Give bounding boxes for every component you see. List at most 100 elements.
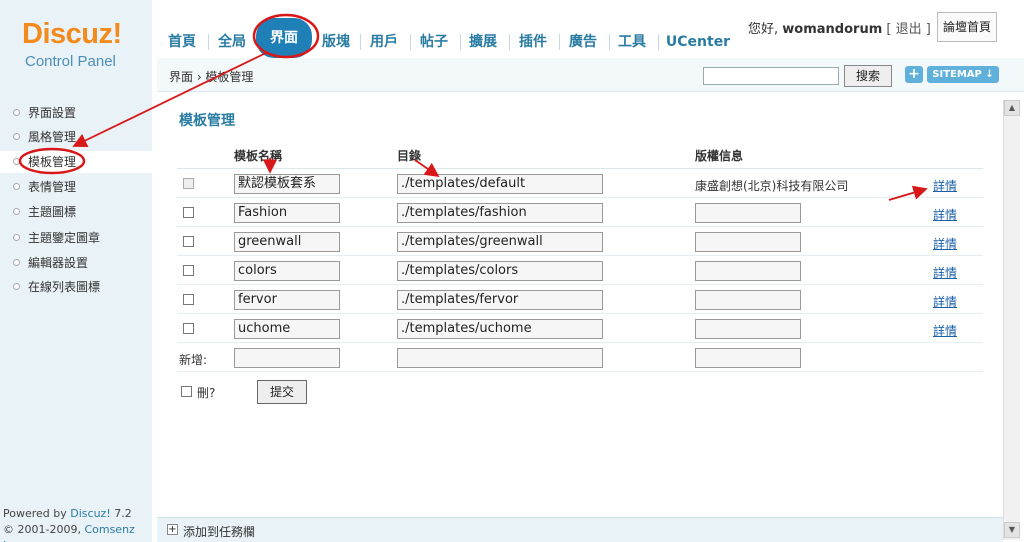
new-label: 新增:	[179, 353, 208, 367]
template-directory-field[interactable]: ./templates/fervor	[397, 290, 603, 310]
sidebar-item-smilies[interactable]: 表情管理	[0, 176, 152, 198]
bullet-icon	[13, 109, 20, 116]
plus-icon[interactable]: +	[167, 524, 178, 535]
nav-ads[interactable]: 廣告	[565, 30, 601, 54]
template-directory-field[interactable]: ./templates/colors	[397, 261, 603, 281]
table-row: fervor ./templates/fervor 詳情	[177, 285, 983, 314]
nav-home[interactable]: 首頁	[164, 30, 200, 54]
nav-separator	[208, 34, 209, 50]
column-header-copyright: 版權信息	[695, 149, 744, 163]
nav-interface[interactable]: 界面	[256, 18, 312, 58]
sitemap-button[interactable]: SITEMAP ↓	[927, 66, 999, 83]
scroll-up-icon[interactable]: ▲	[1004, 100, 1020, 116]
sidebar-item-label: 界面設置	[28, 106, 77, 120]
username: womandorum	[782, 22, 883, 37]
detail-link[interactable]: 詳情	[933, 177, 957, 194]
sidebar-item-templates[interactable]: 模板管理	[0, 151, 152, 173]
nav-forums[interactable]: 版塊	[318, 30, 354, 54]
sidebar-item-styles[interactable]: 風格管理	[0, 126, 152, 148]
nav-separator	[658, 34, 659, 50]
sidebar-item-label: 編輯器設置	[28, 256, 89, 270]
template-directory-field[interactable]: ./templates/fashion	[397, 203, 603, 223]
add-shortcut-button[interactable]: +	[905, 66, 923, 83]
forum-home-button[interactable]: 論壇首頁	[937, 12, 997, 42]
bullet-icon	[13, 158, 20, 165]
version-text: 7.2	[110, 507, 132, 520]
delete-checkbox[interactable]	[181, 386, 192, 397]
row-checkbox[interactable]	[183, 265, 194, 276]
row-checkbox[interactable]	[183, 323, 194, 334]
template-directory-field[interactable]: ./templates/default	[397, 174, 603, 194]
greeting: 您好,	[748, 22, 779, 37]
row-checkbox	[183, 178, 194, 189]
nav-posts[interactable]: 帖子	[416, 30, 452, 54]
powered-by: Powered by Discuz! 7.2 © 2001-2009, Coms…	[3, 506, 152, 542]
sidebar-item-interface-settings[interactable]: 界面設置	[0, 102, 152, 124]
detail-link[interactable]: 詳情	[933, 264, 957, 281]
template-name-field[interactable]: fervor	[234, 290, 340, 310]
breadcrumb: 界面 › 模板管理	[169, 70, 254, 84]
delete-label: 刪?	[197, 386, 216, 400]
copyright-field[interactable]	[695, 261, 801, 281]
nav-separator	[559, 34, 560, 50]
detail-link[interactable]: 詳情	[933, 235, 957, 252]
submit-button[interactable]: 提交	[257, 380, 307, 404]
sidebar-item-stamps[interactable]: 主題鑒定圖章	[0, 227, 152, 249]
logout-link[interactable]: [ 退出 ]	[886, 22, 930, 37]
bullet-icon	[13, 283, 20, 290]
nav-separator	[360, 34, 361, 50]
search-input[interactable]	[703, 67, 839, 85]
column-header-name: 模板名稱	[234, 149, 283, 163]
sidebar-item-label: 模板管理	[28, 155, 77, 169]
nav-separator	[509, 34, 510, 50]
sidebar-item-label: 在線列表圖標	[28, 280, 101, 294]
vertical-scrollbar[interactable]: ▲ ▼	[1003, 100, 1020, 540]
template-name-field[interactable]: colors	[234, 261, 340, 281]
sidebar-item-editor-settings[interactable]: 編輯器設置	[0, 252, 152, 274]
row-checkbox[interactable]	[183, 294, 194, 305]
discuz-link[interactable]: Discuz!	[70, 507, 110, 520]
row-checkbox[interactable]	[183, 207, 194, 218]
table-row: Fashion ./templates/fashion 詳情	[177, 198, 983, 227]
bullet-icon	[13, 234, 20, 241]
nav-ucenter[interactable]: UCenter	[664, 30, 732, 54]
row-checkbox[interactable]	[183, 236, 194, 247]
copyright-text: 康盛創想(北京)科技有限公司	[695, 179, 849, 193]
nav-extensions[interactable]: 擴展	[465, 30, 501, 54]
nav-global[interactable]: 全局	[214, 30, 250, 54]
search-button[interactable]: 搜索	[844, 65, 892, 87]
scroll-down-icon[interactable]: ▼	[1004, 522, 1020, 538]
page-title: 模板管理	[179, 113, 235, 129]
top-navigation: 首頁 全局 界面 版塊 用戶 帖子 擴展 插件 廣告 工具 UCenter	[152, 14, 742, 58]
sidebar-item-label: 表情管理	[28, 180, 77, 194]
sidebar-item-label: 主題鑒定圖章	[28, 231, 101, 245]
template-name-field[interactable]: Fashion	[234, 203, 340, 223]
template-directory-field[interactable]: ./templates/greenwall	[397, 232, 603, 252]
nav-tools[interactable]: 工具	[614, 30, 650, 54]
copyright-field[interactable]	[695, 290, 801, 310]
detail-link[interactable]: 詳情	[933, 322, 957, 339]
column-header-directory: 目錄	[397, 149, 422, 163]
template-name-field[interactable]: uchome	[234, 319, 340, 339]
sidebar-item-online-icons[interactable]: 在線列表圖標	[0, 276, 152, 298]
add-to-taskbar-link[interactable]: 添加到任務欄	[183, 523, 255, 540]
logo-brand: Discuz!	[22, 18, 122, 50]
copyright-field[interactable]	[695, 203, 801, 223]
table-row: colors ./templates/colors 詳情	[177, 256, 983, 285]
nav-plugins[interactable]: 插件	[515, 30, 551, 54]
template-directory-field[interactable]: ./templates/uchome	[397, 319, 603, 339]
template-name-field[interactable]: greenwall	[234, 232, 340, 252]
nav-separator	[609, 34, 610, 50]
copyright-field[interactable]	[695, 232, 801, 252]
new-template-name-field[interactable]	[234, 348, 340, 368]
new-template-directory-field[interactable]	[397, 348, 603, 368]
table-row: greenwall ./templates/greenwall 詳情	[177, 227, 983, 256]
detail-link[interactable]: 詳情	[933, 293, 957, 310]
detail-link[interactable]: 詳情	[933, 206, 957, 223]
copyright-field[interactable]	[695, 319, 801, 339]
sidebar-item-thread-icons[interactable]: 主題圖標	[0, 201, 152, 223]
nav-users[interactable]: 用戶	[366, 30, 402, 54]
sidebar-item-label: 風格管理	[28, 130, 77, 144]
new-copyright-field[interactable]	[695, 348, 801, 368]
template-name-field[interactable]: 默認模板套系	[234, 174, 340, 194]
